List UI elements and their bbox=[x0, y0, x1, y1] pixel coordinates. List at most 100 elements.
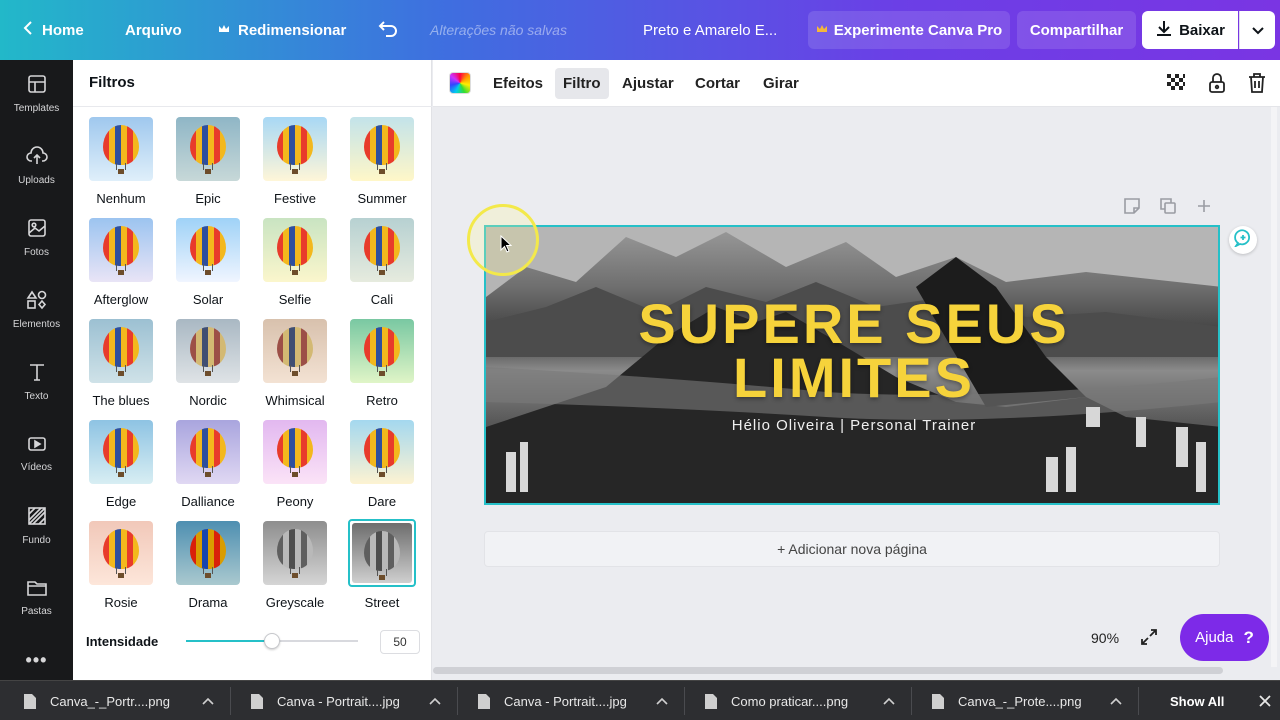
intensity-slider[interactable] bbox=[186, 633, 358, 649]
download-item[interactable]: Canva - Portrait....jpg bbox=[478, 681, 627, 720]
adjust-button[interactable]: Ajustar bbox=[614, 68, 682, 99]
close-icon[interactable] bbox=[1258, 694, 1272, 713]
chevron-up-icon[interactable] bbox=[202, 681, 214, 720]
filter-thumbnail[interactable] bbox=[176, 218, 240, 282]
add-new-page-button[interactable]: + Adicionar nova página bbox=[484, 531, 1220, 567]
rail-item-templates[interactable]: Templates bbox=[0, 64, 73, 124]
add-comment-button[interactable] bbox=[1229, 226, 1257, 254]
filter-thumbnail[interactable] bbox=[263, 218, 327, 282]
filter-option[interactable]: Cali bbox=[348, 218, 416, 310]
filter-thumbnail[interactable] bbox=[350, 420, 414, 484]
filter-option[interactable]: Greyscale bbox=[261, 521, 329, 613]
design-page[interactable]: SUPERE SEUS LIMITES Hélio Oliveira | Per… bbox=[484, 225, 1220, 505]
try-pro-button[interactable]: Experimente Canva Pro bbox=[808, 11, 1010, 49]
headline-text[interactable]: SUPERE SEUS LIMITES bbox=[486, 296, 1218, 406]
filter-option[interactable]: Nordic bbox=[174, 319, 242, 411]
intensity-value-input[interactable]: 50 bbox=[380, 630, 420, 654]
document-title[interactable]: Preto e Amarelo E... bbox=[643, 0, 777, 60]
download-label: Baixar bbox=[1179, 21, 1225, 39]
templates-icon bbox=[27, 74, 47, 97]
undo-button[interactable] bbox=[378, 0, 398, 60]
crop-button[interactable]: Cortar bbox=[687, 68, 748, 99]
filter-option[interactable]: Nenhum bbox=[87, 117, 155, 209]
filter-thumbnail[interactable] bbox=[176, 117, 240, 181]
rail-item-videos[interactable]: Vídeos bbox=[0, 424, 73, 484]
filter-thumbnail[interactable] bbox=[348, 519, 416, 587]
filter-button[interactable]: Filtro bbox=[555, 68, 609, 99]
chevron-up-icon[interactable] bbox=[1110, 681, 1122, 720]
download-item[interactable]: Canva_-_Portr....png bbox=[24, 681, 170, 720]
filter-thumbnail[interactable] bbox=[263, 521, 327, 585]
filter-thumbnail[interactable] bbox=[176, 521, 240, 585]
subtitle-text[interactable]: Hélio Oliveira | Personal Trainer bbox=[486, 417, 1218, 434]
zoom-level[interactable]: 90% bbox=[1091, 630, 1119, 646]
fullscreen-icon[interactable] bbox=[1139, 627, 1159, 652]
filter-option[interactable]: Afterglow bbox=[87, 218, 155, 310]
vertical-scrollbar[interactable] bbox=[1271, 107, 1277, 667]
download-button[interactable]: Baixar bbox=[1142, 11, 1238, 49]
filter-thumbnail[interactable] bbox=[89, 117, 153, 181]
slider-handle[interactable] bbox=[264, 633, 280, 649]
note-icon[interactable] bbox=[1123, 197, 1141, 220]
file-menu[interactable]: Arquivo bbox=[125, 0, 182, 60]
filter-thumbnail[interactable] bbox=[350, 117, 414, 181]
color-picker-swatch[interactable] bbox=[449, 72, 471, 94]
rail-item-folders[interactable]: Pastas bbox=[0, 568, 73, 628]
trash-icon[interactable] bbox=[1246, 72, 1268, 94]
download-options-button[interactable] bbox=[1239, 11, 1275, 49]
filter-option[interactable]: Peony bbox=[261, 420, 329, 512]
filter-option[interactable]: Edge bbox=[87, 420, 155, 512]
filter-thumbnail[interactable] bbox=[350, 319, 414, 383]
filter-option[interactable]: Festive bbox=[261, 117, 329, 209]
filter-thumbnail[interactable] bbox=[176, 420, 240, 484]
rotate-button[interactable]: Girar bbox=[755, 68, 807, 99]
show-all-button[interactable]: Show All bbox=[1170, 681, 1224, 720]
filter-option[interactable]: Drama bbox=[174, 521, 242, 613]
add-page-icon[interactable] bbox=[1195, 197, 1213, 220]
rail-item-background[interactable]: Fundo bbox=[0, 496, 73, 556]
duplicate-page-icon[interactable] bbox=[1159, 197, 1177, 220]
filter-option[interactable]: Dare bbox=[348, 420, 416, 512]
chevron-up-icon[interactable] bbox=[656, 681, 668, 720]
download-item[interactable]: Como praticar....png bbox=[705, 681, 848, 720]
download-item[interactable]: Canva_-_Prote....png bbox=[932, 681, 1082, 720]
filter-thumbnail[interactable] bbox=[89, 420, 153, 484]
lock-icon[interactable] bbox=[1206, 72, 1228, 94]
filter-option[interactable]: Dalliance bbox=[174, 420, 242, 512]
chevron-up-icon[interactable] bbox=[429, 681, 441, 720]
rail-item-text[interactable]: Texto bbox=[0, 352, 73, 412]
filter-thumbnail[interactable] bbox=[176, 319, 240, 383]
filter-thumbnail[interactable] bbox=[89, 319, 153, 383]
download-item[interactable]: Canva - Portrait....jpg bbox=[251, 681, 400, 720]
filter-thumbnail[interactable] bbox=[350, 218, 414, 282]
filter-option[interactable]: Whimsical bbox=[261, 319, 329, 411]
filter-thumbnail[interactable] bbox=[263, 420, 327, 484]
home-link[interactable]: Home bbox=[22, 0, 84, 60]
horizontal-scrollbar[interactable] bbox=[433, 667, 1223, 674]
filter-thumbnail[interactable] bbox=[263, 117, 327, 181]
filter-option[interactable]: Solar bbox=[174, 218, 242, 310]
filter-option[interactable]: Retro bbox=[348, 319, 416, 411]
filter-thumbnail[interactable] bbox=[89, 521, 153, 585]
filter-thumbnail[interactable] bbox=[89, 218, 153, 282]
filter-option[interactable]: The blues bbox=[87, 319, 155, 411]
filter-option[interactable]: Epic bbox=[174, 117, 242, 209]
chevron-left-icon bbox=[22, 20, 34, 40]
help-button[interactable]: Ajuda ? bbox=[1180, 614, 1269, 661]
filter-option[interactable]: Rosie bbox=[87, 521, 155, 613]
rail-item-photos[interactable]: Fotos bbox=[0, 208, 73, 268]
filter-thumbnail[interactable] bbox=[263, 319, 327, 383]
share-button[interactable]: Compartilhar bbox=[1017, 11, 1136, 49]
file-icon bbox=[24, 693, 36, 709]
filter-option[interactable]: Street bbox=[348, 519, 416, 613]
transparency-icon[interactable] bbox=[1165, 72, 1187, 94]
mouse-cursor-icon bbox=[500, 234, 513, 258]
filter-option[interactable]: Selfie bbox=[261, 218, 329, 310]
rail-item-elements[interactable]: Elementos bbox=[0, 280, 73, 340]
more-apps-icon[interactable]: ••• bbox=[0, 650, 73, 671]
resize-button[interactable]: Redimensionar bbox=[218, 0, 346, 60]
chevron-up-icon[interactable] bbox=[883, 681, 895, 720]
effects-button[interactable]: Efeitos bbox=[485, 68, 551, 99]
rail-item-uploads[interactable]: Uploads bbox=[0, 136, 73, 196]
filter-option[interactable]: Summer bbox=[348, 117, 416, 209]
